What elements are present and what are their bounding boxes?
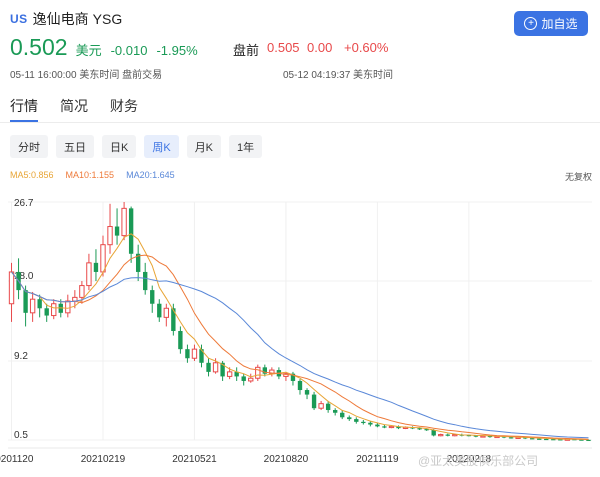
candle-body — [368, 422, 373, 425]
market-badge: US — [10, 12, 28, 26]
ma20-label: MA20:1.645 — [126, 170, 175, 180]
price-change: -0.010 — [110, 43, 148, 58]
y-tick-label: 9.2 — [14, 351, 28, 362]
candle-body — [537, 438, 542, 440]
candle-body — [311, 394, 317, 409]
x-tick-label: 20210219 — [81, 454, 126, 465]
stock-name: 逸仙电商 — [32, 11, 89, 27]
ma5-label: MA5:0.856 — [10, 170, 54, 180]
candle-body — [445, 434, 450, 436]
adjustment-toggle[interactable]: 无复权 — [565, 170, 592, 183]
ma10-label: MA10:1.155 — [65, 170, 115, 180]
candle-body — [29, 298, 36, 314]
candle-body — [544, 438, 549, 441]
candle-body — [51, 303, 57, 317]
candle-body — [452, 434, 458, 437]
candle-body — [72, 296, 78, 302]
premarket-label: 盘前 — [233, 43, 260, 58]
period-daily[interactable]: 日K — [102, 135, 137, 158]
ma10-line — [11, 254, 589, 440]
candle-body — [143, 271, 148, 291]
period-intraday[interactable]: 分时 — [10, 135, 48, 158]
candle-body — [212, 362, 219, 373]
candle-body — [347, 417, 352, 420]
currency: 美元 — [75, 43, 102, 58]
candle-body — [191, 348, 198, 359]
stock-code: YSG — [92, 11, 123, 27]
main-tabs: 行情 简况 财务 — [10, 96, 160, 122]
candle-body — [304, 390, 310, 395]
candle-body — [361, 421, 366, 424]
candle-body — [163, 307, 169, 318]
candle-body — [65, 300, 71, 314]
candle-body — [37, 299, 42, 309]
candle-body — [332, 410, 338, 413]
price-row: 0.502 美元 -0.010 -1.95% — [10, 34, 198, 61]
candle-body — [438, 434, 444, 437]
candle-body — [340, 412, 345, 418]
candle-body — [375, 424, 380, 427]
candle-body — [100, 244, 106, 273]
premarket-timestamp: 05-12 04:19:37 美东时间 — [283, 70, 394, 81]
candle-body — [206, 362, 211, 372]
tab-quote[interactable]: 行情 — [10, 96, 38, 122]
candle-body — [241, 376, 246, 381]
candle-body — [86, 262, 92, 287]
watermark: @亚太美股俱乐部公司 — [418, 454, 539, 468]
kline-chart[interactable]: 26.718.09.20.520201120202102192021052120… — [0, 188, 600, 470]
candle-body — [318, 403, 324, 409]
x-tick-label: 20210521 — [172, 454, 217, 465]
price-change-pct: -1.95% — [156, 43, 198, 58]
candle-body — [79, 285, 85, 298]
candle-body — [121, 207, 127, 237]
period-monthly[interactable]: 月K — [186, 135, 222, 158]
candle-body — [508, 437, 514, 439]
x-tick-label: 20210820 — [264, 454, 309, 465]
stock-header: US 逸仙电商 YSG — [10, 9, 122, 29]
candle-body — [354, 419, 359, 422]
candle-body — [388, 425, 395, 429]
candle-body — [157, 303, 162, 318]
close-timestamp: 05-11 16:00:00 美东时间 盘前交易 — [10, 70, 163, 81]
add-watchlist-label: 加自选 — [541, 17, 578, 31]
premarket-change: 0.00 — [307, 40, 333, 55]
candle-body — [44, 308, 49, 316]
tab-profile[interactable]: 简况 — [60, 96, 88, 122]
moving-average-legend: MA5:0.856 MA10:1.155 MA20:1.645 — [10, 170, 187, 180]
candle-body — [480, 435, 486, 438]
candle-body — [255, 366, 261, 379]
candle-body — [178, 330, 183, 350]
candle-body — [114, 226, 120, 236]
candle-body — [382, 426, 387, 428]
last-price: 0.502 — [10, 34, 68, 60]
ma20-line — [11, 271, 589, 439]
candle-body — [8, 271, 15, 305]
period-selector: 分时 五日 日K 周K 月K 1年 — [10, 135, 270, 158]
plus-circle-icon: + — [524, 17, 538, 30]
candle-body — [23, 290, 28, 313]
candle-body — [325, 403, 331, 411]
candle-body — [107, 226, 113, 246]
x-tick-label: 20201120 — [0, 454, 34, 465]
candle-body — [248, 377, 254, 382]
add-watchlist-button[interactable]: + 加自选 — [514, 11, 588, 36]
candle-body — [185, 349, 190, 359]
candle-body — [297, 380, 303, 391]
tabs-divider — [0, 122, 600, 123]
period-weekly[interactable]: 周K — [144, 135, 179, 158]
candle-body — [93, 262, 99, 272]
period-5day[interactable]: 五日 — [56, 135, 94, 158]
y-tick-label: 26.7 — [14, 198, 34, 209]
candle-body — [226, 371, 233, 377]
x-tick-label: 20211119 — [356, 454, 399, 465]
candle-body — [128, 208, 134, 254]
y-tick-label: 0.5 — [14, 430, 28, 441]
premarket-change-pct: +0.60% — [344, 40, 389, 55]
tab-financials[interactable]: 财务 — [110, 96, 138, 122]
candle-body — [150, 290, 155, 304]
candle-body — [171, 308, 176, 331]
period-1year[interactable]: 1年 — [229, 135, 263, 158]
premarket-price: 0.505 — [267, 40, 300, 55]
